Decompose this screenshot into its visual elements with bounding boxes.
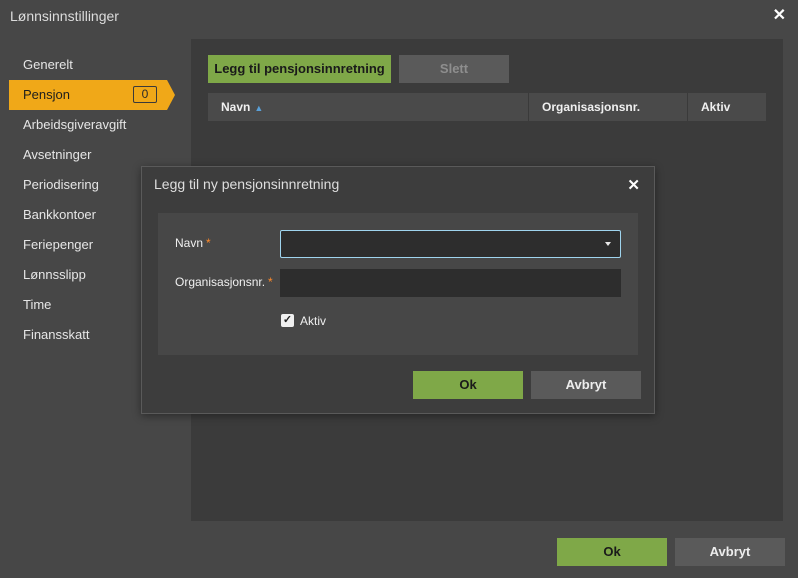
sidebar-item-pensjon[interactable]: Pensjon 0 [9, 80, 175, 110]
orgnr-label: Organisasjonsnr. * [175, 275, 273, 289]
dialog-ok-button[interactable]: Ok [413, 371, 523, 399]
chevron-down-icon[interactable] [605, 242, 611, 246]
required-marker: * [268, 275, 273, 289]
ok-button[interactable]: Ok [557, 538, 667, 566]
dialog-form: Navn * Organisasjonsnr. * ✓ Aktiv [158, 213, 638, 355]
cancel-button[interactable]: Avbryt [675, 538, 785, 566]
window-titlebar: Lønnsinnstillinger ✕ [0, 0, 798, 34]
count-badge: 0 [133, 86, 157, 103]
column-label: Aktiv [701, 100, 731, 114]
column-label: Organisasjonsnr. [542, 100, 641, 114]
add-pension-button[interactable]: Legg til pensjonsinnretning [208, 55, 391, 83]
sidebar-item-generelt[interactable]: Generelt [9, 50, 184, 80]
navn-dropdown[interactable] [280, 230, 621, 258]
grid-header: Navn ▲ Organisasjonsnr. Aktiv [208, 93, 766, 121]
sidebar-item-label: Feriepenger [23, 237, 94, 252]
sidebar-item-label: Pensjon [23, 87, 70, 102]
sidebar-item-label: Lønnsslipp [23, 267, 86, 282]
navn-label-text: Navn [175, 236, 204, 250]
sidebar-item-label: Generelt [23, 57, 73, 72]
delete-button[interactable]: Slett [399, 55, 509, 83]
window-title: Lønnsinnstillinger [10, 8, 119, 24]
dialog-title: Legg til ny pensjonsinnretning [154, 176, 340, 192]
column-header-aktiv[interactable]: Aktiv [688, 93, 766, 121]
aktiv-checkbox[interactable]: ✓ [281, 314, 294, 327]
sidebar-item-label: Time [23, 297, 52, 312]
dialog-cancel-button[interactable]: Avbryt [531, 371, 641, 399]
add-pension-dialog: Legg til ny pensjonsinnretning ✕ Navn * O… [141, 166, 655, 414]
sidebar-item-label: Bankkontoer [23, 207, 96, 222]
orgnr-label-text: Organisasjonsnr. [175, 275, 266, 289]
sidebar-item-label: Periodisering [23, 177, 99, 192]
column-header-orgnr[interactable]: Organisasjonsnr. [529, 93, 688, 121]
window-close-icon[interactable]: ✕ [773, 7, 786, 25]
orgnr-field[interactable] [280, 269, 621, 297]
navn-label: Navn * [175, 236, 211, 250]
sidebar-item-label: Avsetninger [23, 147, 92, 162]
dialog-close-icon[interactable]: ✕ [627, 176, 640, 194]
sort-ascending-icon: ▲ [254, 103, 264, 113]
sidebar-item-label: Finansskatt [23, 327, 90, 342]
aktiv-label: Aktiv [300, 314, 327, 328]
column-label: Navn [221, 100, 251, 114]
column-header-navn[interactable]: Navn ▲ [208, 93, 529, 121]
sidebar-item-label: Arbeidsgiveravgift [23, 117, 127, 132]
required-marker: * [206, 236, 211, 250]
sidebar-item-arbeidsgiveravgift[interactable]: Arbeidsgiveravgift [9, 110, 184, 140]
